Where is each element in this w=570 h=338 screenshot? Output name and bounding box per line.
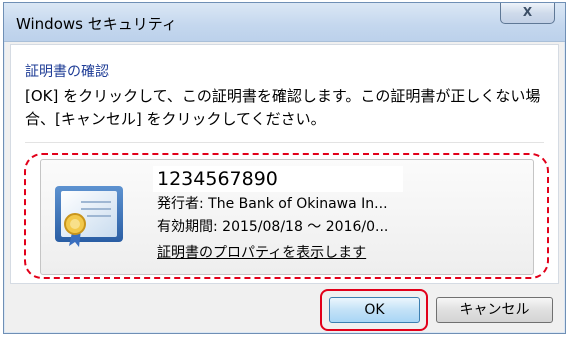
window-title: Windows セキュリティ xyxy=(16,15,177,33)
title-bar[interactable]: Windows セキュリティ X xyxy=(4,3,565,42)
dialog-content: 証明書の確認 [OK] をクリックして、この証明書を確認します。この証明書が正し… xyxy=(10,44,559,284)
close-icon: X xyxy=(522,5,533,19)
certificate-name: 1234567890 xyxy=(153,166,403,192)
dialog-description: [OK] をクリックして、この証明書を確認します。この証明書が正しくない場合、[… xyxy=(25,87,541,128)
certificate-validity: 有効期間: 2015/08/18 ～ 2016/0... xyxy=(157,219,389,235)
certificate-properties-link[interactable]: 証明書のプロパティを表示します xyxy=(157,242,366,262)
dialog-heading: 証明書の確認 xyxy=(25,64,109,80)
ok-button[interactable]: OK xyxy=(329,297,420,323)
certificate-issuer: 発行者: The Bank of Okinawa In... xyxy=(157,196,388,212)
divider xyxy=(25,142,544,143)
close-button[interactable]: X xyxy=(500,3,555,24)
cancel-button[interactable]: キャンセル xyxy=(436,297,553,323)
certificate-tile[interactable]: 1234567890 発行者: The Bank of Okinawa In..… xyxy=(40,159,534,275)
certificate-icon xyxy=(55,186,123,247)
security-dialog: Windows セキュリティ X 証明書の確認 [OK] をクリックして、この証… xyxy=(3,2,566,334)
